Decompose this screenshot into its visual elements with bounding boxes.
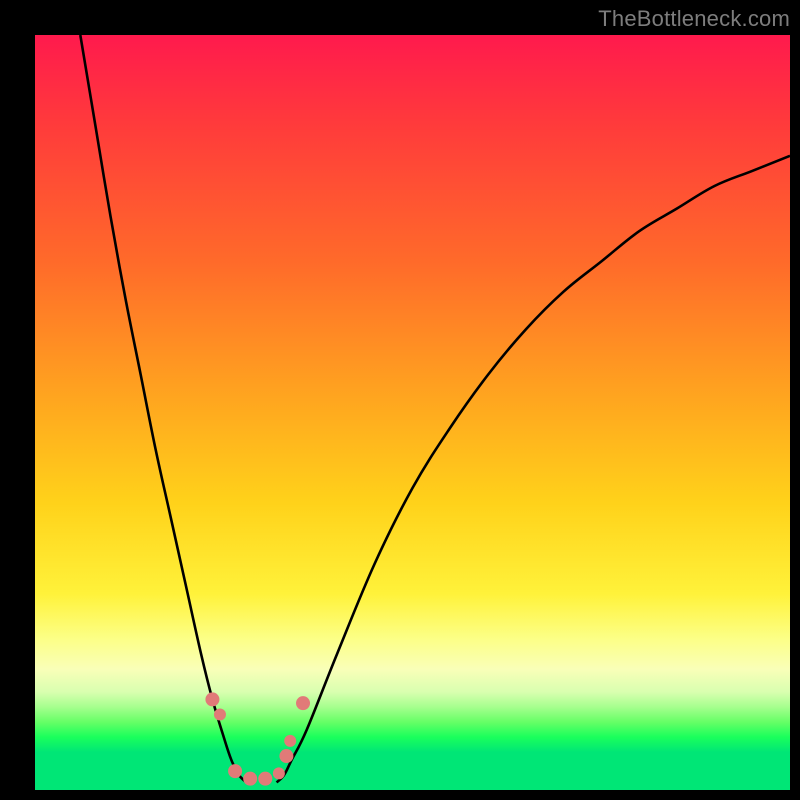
curve-marker [284, 735, 296, 747]
curve-right-branch [277, 156, 790, 783]
watermark-text: TheBottleneck.com [598, 6, 790, 32]
curve-markers [205, 692, 310, 785]
plot-area [35, 35, 790, 790]
curve-left-branch [80, 35, 246, 782]
curve-marker [243, 772, 257, 786]
curve-marker [279, 749, 293, 763]
curve-marker [273, 767, 285, 779]
chart-frame: TheBottleneck.com [0, 0, 800, 800]
curve-marker [228, 764, 242, 778]
curves-svg [35, 35, 790, 790]
curve-marker [214, 709, 226, 721]
curve-marker [296, 696, 310, 710]
curve-marker [258, 772, 272, 786]
curve-marker [205, 692, 219, 706]
